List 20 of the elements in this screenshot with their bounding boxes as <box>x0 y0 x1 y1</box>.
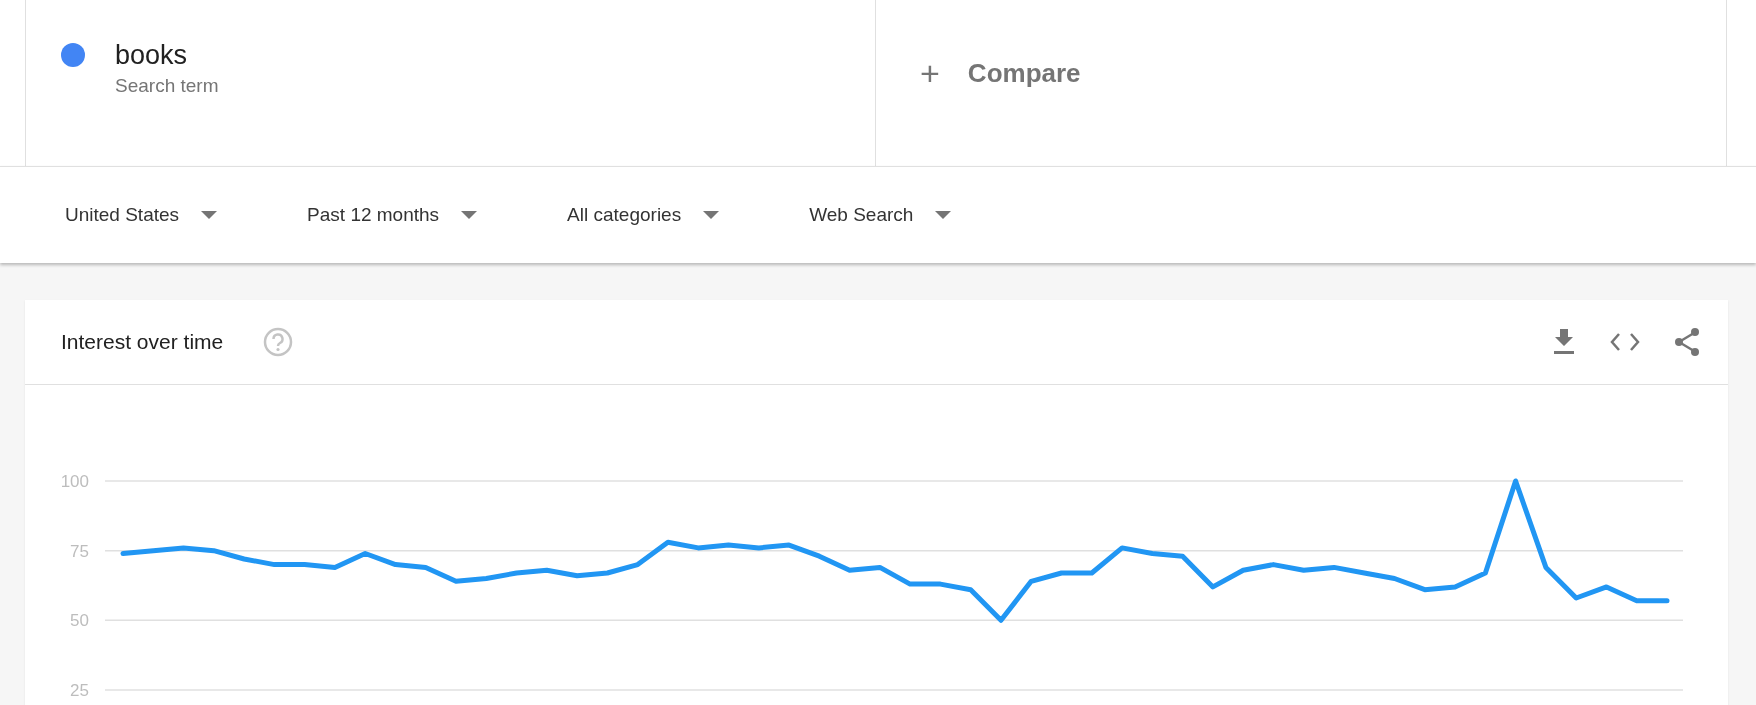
filter-dropdown[interactable]: United States <box>55 198 228 232</box>
y-axis-label: 75 <box>70 541 89 561</box>
search-term[interactable]: books <box>115 40 219 71</box>
caret-icon <box>201 211 218 219</box>
filter-dropdown[interactable]: All categories <box>557 198 730 232</box>
card-title: Interest over time <box>61 330 224 354</box>
caret-icon <box>461 211 478 219</box>
filter-dropdown[interactable]: Past 12 months <box>297 198 488 232</box>
caret-icon <box>703 211 720 219</box>
term-subtitle: Search term <box>115 75 219 97</box>
caret-icon <box>935 211 952 219</box>
y-axis-label: 100 <box>60 472 89 491</box>
download-icon[interactable] <box>1552 329 1576 355</box>
embed-icon[interactable] <box>1610 332 1640 352</box>
y-axis-label: 25 <box>70 681 89 700</box>
share-icon[interactable] <box>1674 327 1700 357</box>
y-axis-label: 50 <box>70 611 89 631</box>
filter-dropdown[interactable]: Web Search <box>799 198 962 232</box>
compare-button[interactable]: + Compare <box>920 56 1081 90</box>
plus-icon: + <box>920 56 940 90</box>
